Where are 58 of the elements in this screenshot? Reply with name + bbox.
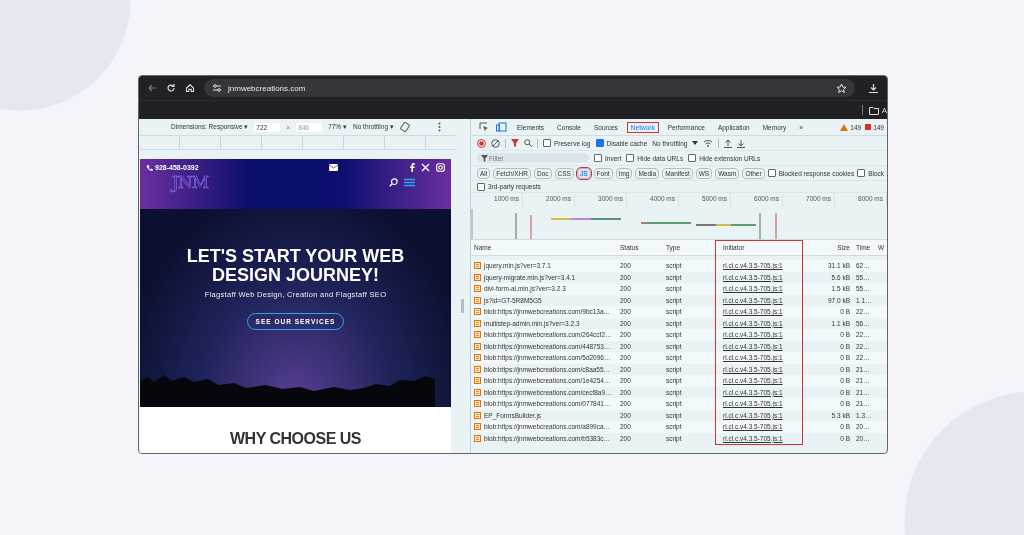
back-arrow-icon[interactable] (147, 83, 157, 93)
site-settings-icon[interactable] (212, 83, 222, 93)
url-text: jnmwebcreations.com (228, 83, 307, 93)
download-icon[interactable] (737, 138, 746, 148)
checkbox[interactable] (543, 139, 551, 147)
x-icon[interactable] (421, 163, 430, 172)
checkbox[interactable] (477, 182, 485, 191)
search-icon[interactable] (524, 139, 532, 147)
menu-icon[interactable] (404, 177, 415, 187)
more-options-icon[interactable] (437, 122, 441, 132)
inspect-icon[interactable] (479, 122, 489, 132)
search-icon[interactable] (389, 177, 398, 187)
checkbox[interactable] (594, 154, 602, 162)
reload-icon[interactable] (166, 83, 176, 93)
file-icon (474, 434, 481, 442)
file-icon (474, 377, 481, 385)
flag-icon (865, 123, 872, 131)
file-icon (474, 388, 481, 396)
address-bar[interactable]: jnmwebcreations.com (204, 79, 855, 97)
file-icon (474, 400, 481, 408)
phone-icon (146, 164, 153, 171)
checkbox[interactable] (767, 169, 776, 177)
file-icon (474, 308, 481, 316)
filter-icon (481, 155, 488, 162)
clear-icon[interactable] (491, 138, 500, 148)
warning-icon (840, 123, 849, 131)
bookmark-folder[interactable]: A (868, 105, 887, 115)
file-icon (474, 296, 481, 304)
caret-icon[interactable] (692, 141, 699, 145)
rotate-icon[interactable] (399, 122, 410, 132)
device-toolbar-icon[interactable] (496, 122, 507, 132)
checkbox[interactable] (857, 169, 866, 177)
file-icon (474, 411, 481, 419)
checkbox[interactable] (595, 139, 604, 147)
filter-icon[interactable] (511, 139, 519, 147)
instagram-icon[interactable] (436, 163, 445, 172)
resize-handle[interactable] (461, 299, 464, 313)
file-icon (474, 354, 481, 362)
file-icon (474, 319, 481, 327)
file-icon (474, 331, 481, 339)
hero-heading: LET'S START YOUR WEB DESIGN JOURNEY! (185, 247, 406, 285)
file-icon (474, 273, 481, 281)
home-icon[interactable] (185, 83, 195, 93)
checkbox[interactable] (688, 154, 697, 162)
file-icon (474, 423, 481, 431)
file-icon (474, 262, 481, 270)
mail-icon[interactable] (329, 164, 339, 171)
star-icon[interactable] (836, 82, 847, 94)
file-icon (474, 342, 481, 350)
upload-icon[interactable] (724, 138, 733, 148)
folder-icon (868, 105, 879, 115)
section-heading: WHY CHOOSE US (230, 430, 361, 448)
record-icon[interactable] (477, 138, 486, 148)
wifi-settings-icon[interactable] (703, 139, 714, 147)
checkbox[interactable] (626, 154, 635, 162)
facebook-icon[interactable] (409, 163, 415, 172)
file-icon (474, 365, 481, 373)
file-icon (474, 285, 481, 293)
